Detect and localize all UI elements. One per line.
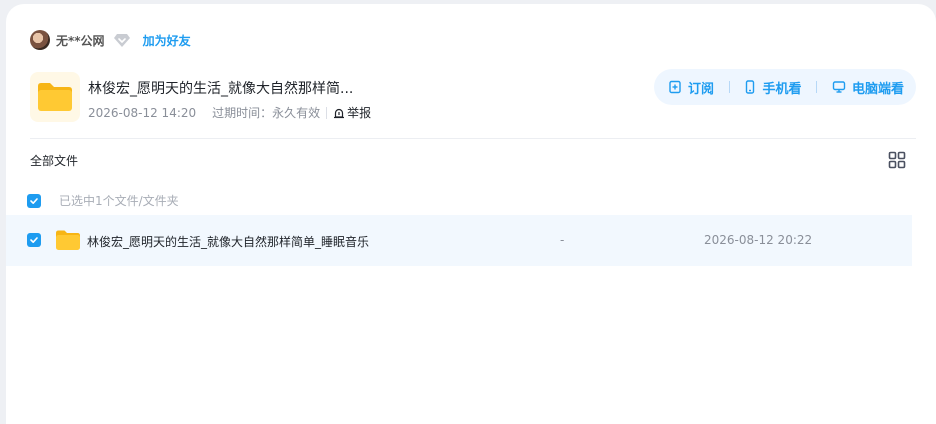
diamond-vip-icon <box>113 31 131 49</box>
share-card: 无**公网 加为好友 林俊宏_愿明天的生活_就像大自然那样简... 2026-0… <box>6 4 936 424</box>
select-all-row: 已选中1个文件/文件夹 <box>27 192 179 209</box>
selection-count: 已选中1个文件/文件夹 <box>59 194 179 208</box>
check-icon <box>30 197 38 204</box>
report-label: 举报 <box>347 106 372 120</box>
action-bar: 订阅 手机看 电脑端看 <box>654 69 916 105</box>
expire-label: 过期时间： <box>212 106 273 120</box>
mobile-view-label: 手机看 <box>762 81 802 97</box>
file-name[interactable]: 林俊宏_愿明天的生活_就像大自然那样简单_睡眠音乐 <box>87 233 369 250</box>
share-date: 2026-08-12 14:20 <box>88 105 197 120</box>
bookmark-plus-icon <box>669 80 681 94</box>
desktop-view-label: 电脑端看 <box>851 81 904 97</box>
avatar[interactable] <box>30 30 50 50</box>
select-all-checkbox[interactable] <box>27 193 41 208</box>
file-date: 2026-08-12 20:22 <box>704 233 813 247</box>
add-friend-link[interactable]: 加为好友 <box>143 32 191 49</box>
subscribe-button[interactable]: 订阅 <box>668 78 714 97</box>
report-button[interactable]: 举报 <box>333 104 371 121</box>
grid-view-icon[interactable] <box>888 151 906 169</box>
breadcrumb-all-files[interactable]: 全部文件 <box>30 152 78 169</box>
alarm-icon <box>334 108 345 118</box>
mobile-view-button[interactable]: 手机看 <box>744 78 802 97</box>
share-folder-icon <box>30 72 80 122</box>
monitor-icon <box>832 81 846 93</box>
expire-value: 永久有效 <box>272 106 321 120</box>
share-meta: 2026-08-12 14:20 过期时间： 永久有效 举报 <box>88 104 371 121</box>
check-icon <box>30 237 38 243</box>
subscribe-label: 订阅 <box>688 81 715 97</box>
action-divider <box>728 81 730 93</box>
sharer-info: 无**公网 加为好友 <box>30 30 191 50</box>
folder-icon <box>55 229 81 251</box>
file-size: - <box>560 233 565 247</box>
meta-divider <box>326 106 328 119</box>
action-divider <box>816 81 818 93</box>
phone-icon <box>746 80 755 94</box>
file-checkbox[interactable] <box>27 233 41 247</box>
share-title: 林俊宏_愿明天的生活_就像大自然那样简... <box>88 81 354 97</box>
file-row[interactable]: 林俊宏_愿明天的生活_就像大自然那样简单_睡眠音乐 - 2026-08-12 2… <box>6 215 912 266</box>
desktop-view-button[interactable]: 电脑端看 <box>832 78 904 97</box>
username[interactable]: 无**公网 <box>56 32 105 49</box>
header-divider <box>30 138 916 139</box>
